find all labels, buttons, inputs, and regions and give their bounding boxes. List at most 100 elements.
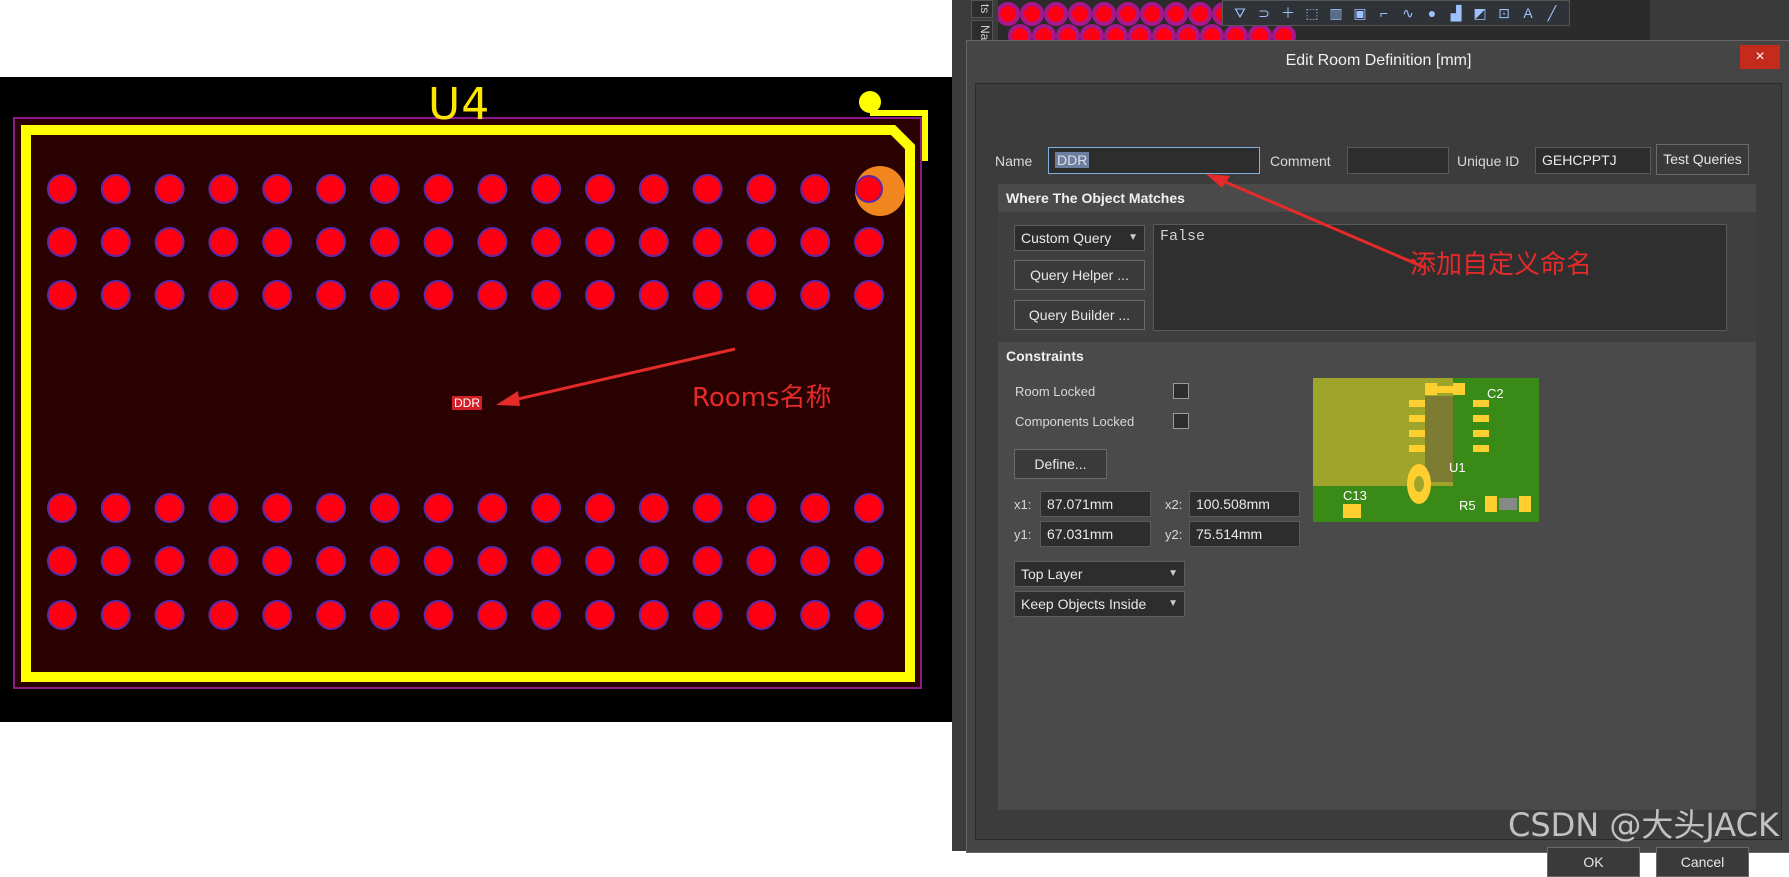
pad [638, 227, 669, 257]
filter-icon[interactable]: ⛛ [1231, 4, 1249, 22]
pad [692, 174, 723, 204]
layer-select[interactable]: Top Layer ▼ [1014, 561, 1185, 587]
strip-pad [998, 2, 1020, 26]
dialog-title: Edit Room Definition [mm] [1285, 52, 1472, 69]
define-button[interactable]: Define... [1014, 449, 1107, 479]
y1-label: y1: [1014, 527, 1032, 542]
route-icon[interactable]: ⌐ [1375, 4, 1393, 22]
pad [800, 493, 831, 523]
components-locked-checkbox[interactable] [1173, 413, 1189, 429]
pad [531, 600, 562, 630]
preview-label-u1: U1 [1449, 460, 1466, 475]
fill-icon[interactable]: ▟ [1447, 4, 1465, 22]
y1-field[interactable]: 67.031mm [1040, 521, 1151, 547]
pad [638, 174, 669, 204]
preview-label-r5: R5 [1459, 498, 1476, 513]
pad [100, 493, 131, 523]
pad [47, 546, 77, 576]
pad [585, 493, 615, 523]
close-button[interactable]: × [1740, 45, 1780, 69]
strip-pad [1152, 24, 1176, 40]
strip-pad [1164, 2, 1188, 26]
via-icon[interactable]: ● [1423, 4, 1441, 22]
select-rect-icon[interactable]: ⬚ [1303, 4, 1321, 22]
unique-id-field[interactable]: GEHCPPTJ [1535, 147, 1651, 174]
pad [369, 600, 400, 630]
query-type-select[interactable]: Custom Query ▼ [1014, 225, 1145, 251]
pad [531, 227, 562, 257]
side-tab-ts[interactable]: ts [971, 0, 993, 18]
align-icon[interactable]: ▥ [1327, 4, 1345, 22]
add-icon[interactable]: ＋ [1279, 4, 1297, 22]
test-queries-button[interactable]: Test Queries [1656, 144, 1749, 175]
pad [47, 280, 77, 310]
text-icon[interactable]: A [1519, 4, 1537, 22]
pad [208, 493, 239, 523]
room-locked-checkbox[interactable] [1173, 383, 1189, 399]
pad [262, 280, 293, 310]
query-builder-button[interactable]: Query Builder ... [1014, 300, 1145, 330]
pad [638, 493, 669, 523]
query-helper-button[interactable]: Query Helper ... [1014, 260, 1145, 290]
ok-button[interactable]: OK [1547, 847, 1640, 877]
pad [477, 174, 508, 204]
strip-pad [1032, 24, 1056, 40]
keep-mode-value: Keep Objects Inside [1021, 596, 1147, 612]
strip-pad [1248, 24, 1272, 40]
constraints-title: Constraints [1006, 348, 1084, 364]
pad [800, 227, 831, 257]
keep-mode-select[interactable]: Keep Objects Inside ▼ [1014, 591, 1185, 617]
cancel-button[interactable]: Cancel [1656, 847, 1749, 877]
room-preview-image: C2 U1 C13 R5 [1313, 378, 1539, 522]
pad [854, 227, 884, 257]
magnet-icon[interactable]: ⊃ [1255, 4, 1273, 22]
pad [477, 280, 508, 310]
pad [316, 493, 346, 523]
where-section-title: Where The Object Matches [1006, 190, 1185, 206]
pad [692, 600, 723, 630]
dimension-icon[interactable]: ⊡ [1495, 4, 1513, 22]
pad [262, 493, 293, 523]
pad [369, 493, 400, 523]
strip-pad [1200, 24, 1224, 40]
room-label[interactable]: DDR [452, 396, 482, 410]
pad [800, 280, 831, 310]
components-locked-label: Components Locked [1015, 414, 1135, 429]
pad [316, 227, 346, 257]
strip-pad [1044, 2, 1068, 26]
pad [100, 174, 131, 204]
pad [154, 280, 185, 310]
pad [369, 227, 400, 257]
pad [316, 600, 346, 630]
x2-label: x2: [1165, 497, 1183, 512]
constraints-section-header: Constraints [998, 342, 1756, 370]
pad [208, 227, 239, 257]
watermark: CSDN @大头JACK [1508, 806, 1779, 844]
preview-label-c13: C13 [1343, 488, 1367, 503]
line-icon[interactable]: ╱ [1543, 4, 1561, 22]
pcb-canvas[interactable]: U4 DDR Rooms名称 [0, 77, 952, 722]
pad [531, 280, 562, 310]
pcb-background-strip: ⛛ ⊃ ＋ ⬚ ▥ ▣ ⌐ ∿ ● ▟ ◩ ⊡ A ╱ [998, 0, 1650, 40]
pad [316, 280, 346, 310]
pad [746, 174, 777, 204]
pad [100, 546, 131, 576]
component-icon[interactable]: ▣ [1351, 4, 1369, 22]
pad [208, 600, 239, 630]
pad [262, 227, 293, 257]
pad [585, 546, 615, 576]
name-value: DDR [1055, 152, 1090, 168]
annotation-rooms: Rooms名称 [692, 383, 832, 413]
x2-field[interactable]: 100.508mm [1189, 491, 1300, 517]
region-icon[interactable]: ◩ [1471, 4, 1489, 22]
pad [477, 600, 508, 630]
pad [531, 546, 562, 576]
pad [154, 493, 185, 523]
pad [800, 174, 831, 204]
pad [154, 546, 185, 576]
strip-pad [1020, 2, 1044, 26]
x1-field[interactable]: 87.071mm [1040, 491, 1151, 517]
diff-pair-icon[interactable]: ∿ [1399, 4, 1417, 22]
pad [585, 600, 615, 630]
y2-field[interactable]: 75.514mm [1189, 521, 1300, 547]
